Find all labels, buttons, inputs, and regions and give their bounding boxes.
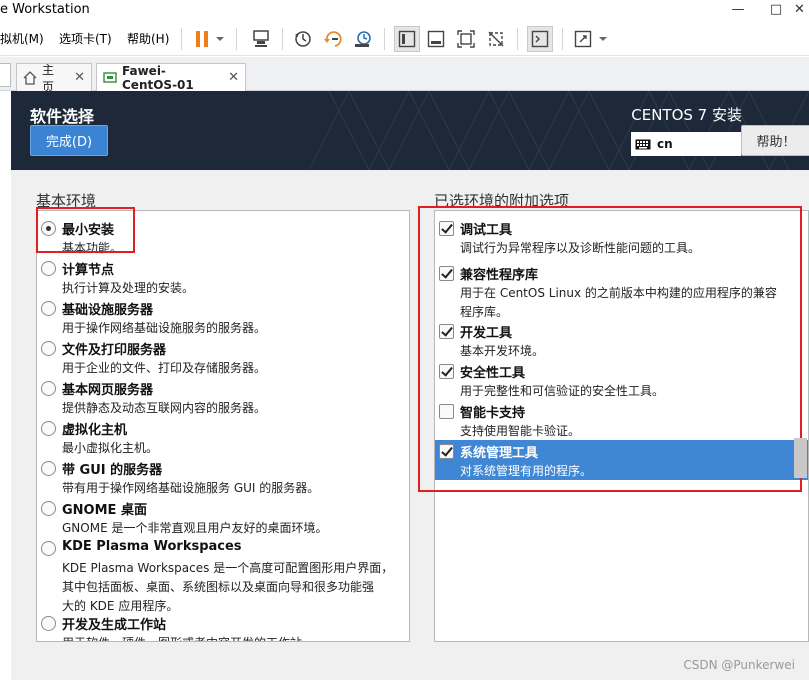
base-environment-list: 最小安装 基本功能。 计算节点 执行计算及处理的安装。 基础设施服务器 用于操作… <box>36 210 410 642</box>
pause-dropdown-icon[interactable] <box>211 26 229 52</box>
toolbar-separator <box>562 28 563 50</box>
option-name: 带 GUI 的服务器 <box>62 463 163 478</box>
env-basic-web-server[interactable]: 基本网页服务器 提供静态及动态互联网内容的服务器。 <box>37 379 409 417</box>
option-description: GNOME 是一个非常直观且用户友好的桌面环境。 <box>62 521 328 535</box>
option-description: 带有用于操作网络基础设施服务 GUI 的服务器。 <box>62 481 320 495</box>
stretch-guest-icon[interactable] <box>570 26 596 52</box>
option-name: 开发及生成工作站 <box>62 618 167 633</box>
env-virtualization-host[interactable]: 虚拟化主机 最小虚拟化主机。 <box>37 419 409 457</box>
minimize-button[interactable]: — <box>724 0 752 22</box>
option-name: 虚拟化主机 <box>62 423 128 438</box>
header-pattern <box>309 91 809 170</box>
radio-button[interactable] <box>41 261 56 276</box>
tab-fawei-centos-01[interactable]: Fawei-CentOS-01 ✕ <box>96 63 246 92</box>
show-library-icon[interactable] <box>394 26 420 52</box>
vm-tab-bar: 主页 ✕ Fawei-CentOS-01 ✕ <box>0 57 809 94</box>
env-file-print-server[interactable]: 文件及打印服务器 用于企业的文件、打印及存储服务器。 <box>37 339 409 377</box>
option-name: 文件及打印服务器 <box>62 343 167 358</box>
radio-button[interactable] <box>41 381 56 396</box>
option-name: GNOME 桌面 <box>62 503 147 518</box>
radio-button[interactable] <box>41 421 56 436</box>
env-development-workstation[interactable]: 开发及生成工作站 用于软件、硬件、图形或者内容开发的工作站。 <box>37 614 409 641</box>
keyboard-icon <box>635 139 651 150</box>
option-description: 执行计算及处理的安装。 <box>62 281 195 295</box>
annotation-box-minimal <box>36 207 135 253</box>
toolbar-separator <box>236 28 237 50</box>
menu-help[interactable]: 帮助(H) <box>127 30 169 47</box>
radio-button[interactable] <box>41 461 56 476</box>
option-description: 用于操作网络基础设施服务的服务器。 <box>62 321 267 335</box>
option-name: KDE Plasma Workspaces <box>62 539 242 554</box>
annotation-box-addons <box>418 206 802 492</box>
option-description: 提供静态及动态互联网内容的服务器。 <box>62 401 267 415</box>
tab-home[interactable]: 主页 ✕ <box>16 63 92 94</box>
menu-toolbar: 拟机(M) 选项卡(T) 帮助(H) <box>0 22 809 56</box>
close-tab-icon[interactable]: ✕ <box>74 70 85 85</box>
unity-mode-icon[interactable] <box>483 26 509 52</box>
thumbnail-bar-icon[interactable] <box>423 26 449 52</box>
radio-button[interactable] <box>41 341 56 356</box>
home-icon <box>23 70 37 85</box>
option-description: 用于企业的文件、打印及存储服务器。 <box>62 361 267 375</box>
done-button[interactable]: 完成(D) <box>30 125 108 156</box>
toolbar-separator <box>384 28 385 50</box>
env-kde-plasma-workspaces[interactable]: KDE Plasma Workspaces KDE Plasma Workspa… <box>37 539 409 615</box>
option-name: 基础设施服务器 <box>62 303 154 318</box>
menu-vm[interactable]: 拟机(M) <box>0 30 44 47</box>
toolbar-separator <box>181 28 182 50</box>
radio-button[interactable] <box>41 501 56 516</box>
vm-icon <box>103 71 117 85</box>
installer-header: 软件选择 完成(D) CENTOS 7 安装 cn 帮助！ <box>11 91 809 170</box>
close-tab-icon[interactable]: ✕ <box>228 70 239 85</box>
page-title: 软件选择 <box>30 107 95 126</box>
software-selection-content: 基本环境 最小安装 基本功能。 计算节点 执行计算及处理的安装。 基础设施服务器… <box>11 170 809 680</box>
toolbar-separator <box>282 28 283 50</box>
console-view-icon[interactable] <box>527 26 553 52</box>
title-bar: e Workstation — □ ✕ <box>0 0 809 22</box>
tab-label: 主页 <box>42 62 55 94</box>
watermark: CSDN @Punkerwei <box>683 658 795 672</box>
keyboard-layout-indicator[interactable]: cn <box>631 132 741 156</box>
env-infrastructure-server[interactable]: 基础设施服务器 用于操作网络基础设施服务的服务器。 <box>37 299 409 337</box>
env-server-with-gui[interactable]: 带 GUI 的服务器 带有用于操作网络基础设施服务 GUI 的服务器。 <box>37 459 409 497</box>
radio-button[interactable] <box>41 301 56 316</box>
maximize-button[interactable]: □ <box>762 0 790 22</box>
snapshot-manager-icon[interactable] <box>350 26 376 52</box>
keyboard-layout-label: cn <box>657 137 673 151</box>
option-name: 计算节点 <box>62 263 115 278</box>
menu-tabs[interactable]: 选项卡(T) <box>59 30 112 47</box>
send-ctrl-alt-del-icon[interactable] <box>248 26 274 52</box>
tab-label: Fawei-CentOS-01 <box>122 63 194 92</box>
snapshot-icon[interactable] <box>290 26 316 52</box>
close-window-button[interactable]: ✕ <box>790 0 809 22</box>
env-gnome-desktop[interactable]: GNOME 桌面 GNOME 是一个非常直观且用户友好的桌面环境。 <box>37 499 409 537</box>
radio-button[interactable] <box>41 541 56 556</box>
option-name: 基本网页服务器 <box>62 383 154 398</box>
toolbar-separator <box>517 28 518 50</box>
option-description: 用于软件、硬件、图形或者内容开发的工作站。 <box>62 634 314 641</box>
full-screen-icon[interactable] <box>453 26 479 52</box>
product-name: CENTOS 7 安装 <box>631 106 742 124</box>
env-compute-node[interactable]: 计算节点 执行计算及处理的安装。 <box>37 259 409 297</box>
window-title: e Workstation <box>0 2 90 17</box>
scrollbar-thumb[interactable] <box>794 438 807 478</box>
stretch-dropdown-icon[interactable] <box>594 26 612 52</box>
radio-button[interactable] <box>41 616 56 631</box>
option-description: KDE Plasma Workspaces 是一个高度可配置图形用户界面， 其中… <box>62 561 394 613</box>
option-description: 最小虚拟化主机。 <box>62 441 159 455</box>
library-panel-edge[interactable] <box>0 63 11 87</box>
revert-snapshot-icon[interactable] <box>320 26 346 52</box>
help-button[interactable]: 帮助！ <box>741 125 809 156</box>
